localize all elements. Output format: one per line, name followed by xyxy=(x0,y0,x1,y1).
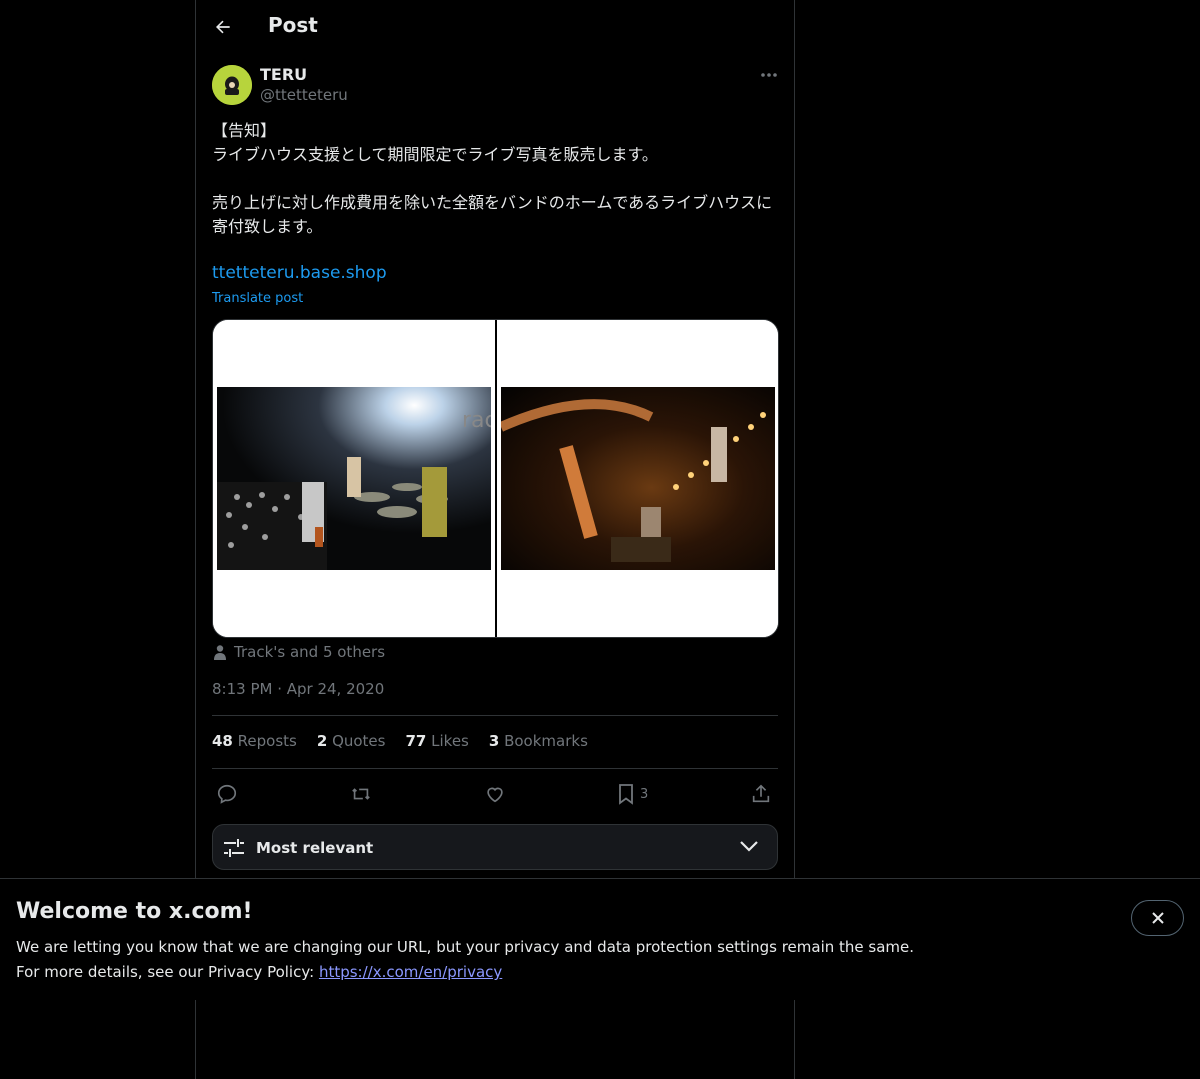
like-button[interactable] xyxy=(484,780,506,808)
bookmark-count: 3 xyxy=(640,786,649,802)
reply-button[interactable] xyxy=(216,780,238,808)
close-icon xyxy=(1151,912,1164,924)
tagged-people[interactable]: Track's and 5 others xyxy=(212,643,385,661)
likes-stat[interactable]: 77 Likes xyxy=(405,732,468,750)
likes-count: 77 xyxy=(405,732,427,750)
post-actions: 3 xyxy=(212,780,778,808)
post-text: 【告知】 ライブハウス支援として期間限定でライブ写真を販売します。 売り上げに対… xyxy=(212,121,773,236)
bookmark-button[interactable]: 3 xyxy=(616,780,648,808)
tagged-label: Track's and 5 others xyxy=(234,643,386,661)
banner-line-2: For more details, see our Privacy Policy… xyxy=(16,960,914,985)
banner-text: We are letting you know that we are chan… xyxy=(16,935,914,985)
avatar[interactable] xyxy=(212,65,252,105)
sort-label: Most relevant xyxy=(256,839,374,857)
reposts-count: 48 xyxy=(212,732,233,750)
post-stats: 48 Reposts 2 Quotes 77 Likes 3 Bookmarks xyxy=(212,732,588,750)
banner-title: Welcome to x.com! xyxy=(16,899,253,924)
photo-1[interactable]: rack xyxy=(213,320,495,637)
sort-replies-dropdown[interactable]: Most relevant xyxy=(212,824,778,870)
welcome-banner: Welcome to x.com! We are letting you kno… xyxy=(0,878,1200,1000)
concert-photo-left: rack xyxy=(217,387,491,570)
photo-2[interactable] xyxy=(496,320,778,637)
repost-button[interactable] xyxy=(349,780,373,808)
banner-line-2-prefix: For more details, see our Privacy Policy… xyxy=(16,963,319,981)
post-media: rack xyxy=(212,319,779,638)
post-header: Post xyxy=(196,0,794,53)
post-link[interactable]: ttetteteru.base.shop xyxy=(212,263,387,283)
translate-post-link[interactable]: Translate post xyxy=(212,291,303,306)
quotes-count: 2 xyxy=(316,732,328,750)
avatar-image xyxy=(212,65,252,105)
reposts-label: Reposts xyxy=(237,732,297,750)
share-button[interactable] xyxy=(750,780,772,808)
bookmarks-label: Bookmarks xyxy=(504,732,588,750)
likes-label: Likes xyxy=(431,732,469,750)
close-banner-button[interactable] xyxy=(1131,900,1184,936)
concert-photo-right xyxy=(500,387,775,570)
page-title: Post xyxy=(268,13,318,37)
banner-line-1: We are letting you know that we are chan… xyxy=(16,938,915,956)
repost-icon xyxy=(352,788,370,800)
svg-text:rack: rack xyxy=(462,408,491,433)
bookmark-icon xyxy=(619,784,633,805)
more-icon xyxy=(761,73,777,77)
more-options-button[interactable] xyxy=(756,64,782,86)
heart-icon xyxy=(487,787,503,803)
bookmarks-stat[interactable]: 3 Bookmarks xyxy=(489,732,588,750)
person-icon xyxy=(214,645,226,660)
reply-icon xyxy=(217,784,237,804)
post-timestamp[interactable]: 8:13 PM · Apr 24, 2020 xyxy=(212,680,384,698)
divider xyxy=(212,715,778,716)
quotes-stat[interactable]: 2 Quotes xyxy=(317,732,386,750)
divider xyxy=(212,768,778,769)
reposts-stat[interactable]: 48 Reposts xyxy=(212,732,297,750)
arrow-left-icon xyxy=(216,20,230,34)
author-handle[interactable]: @ttetteteru xyxy=(260,86,348,104)
back-button[interactable] xyxy=(208,12,238,42)
chevron-down-icon xyxy=(740,841,758,852)
share-icon xyxy=(752,784,770,803)
quotes-label: Quotes xyxy=(332,732,386,750)
author-name[interactable]: TERU xyxy=(260,65,307,84)
privacy-policy-link[interactable]: https://x.com/en/privacy xyxy=(319,963,502,981)
bookmarks-count: 3 xyxy=(488,732,500,750)
sliders-icon xyxy=(224,839,244,857)
